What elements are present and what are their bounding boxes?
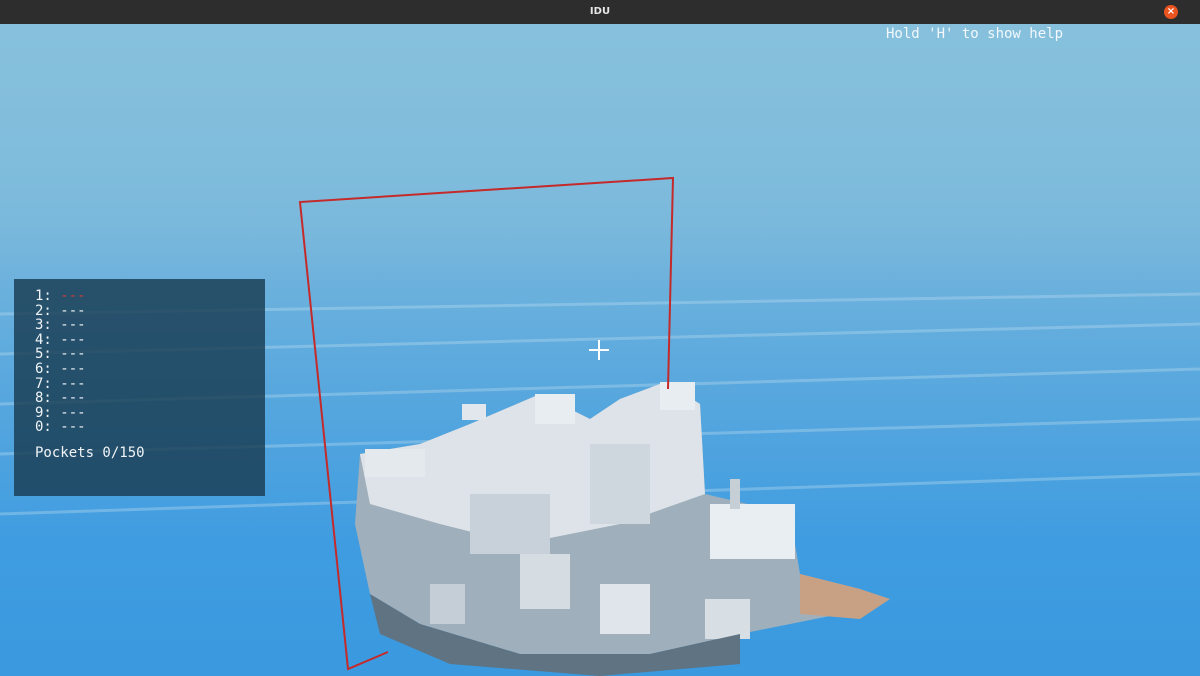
slot-key: 2: [35,302,52,319]
slot-value: --- [60,331,86,348]
slot-value: --- [60,375,86,392]
slot-8[interactable]: 8: --- [35,391,86,406]
slot-value: --- [60,288,86,304]
sky-haze [0,24,1200,284]
slot-4[interactable]: 4: --- [35,331,86,348]
slot-value: --- [60,302,86,319]
hotbar-slots: 1: --- 2: --- 3: --- 4: --- 5: --- 6: --… [35,289,86,435]
window-titlebar: IDU × [0,0,1200,24]
slot-key: 8: [35,390,52,407]
slot-key: 0: [35,419,52,436]
slot-key: 6: [35,360,52,377]
window-title: IDU [589,6,611,17]
slot-key: 3: [35,317,52,334]
slot-7[interactable]: 7: --- [35,375,86,392]
slot-2[interactable]: 2: --- [35,302,86,319]
close-button[interactable]: × [1164,5,1178,19]
slot-value: --- [60,390,86,407]
slot-key: 4: [35,331,52,348]
game-viewport[interactable]: Hold 'H' to show help 1: --- 2: --- 3: -… [0,24,1200,676]
slot-0[interactable]: 0: --- [35,420,86,435]
slot-value: --- [60,419,86,436]
slot-key: 9: [35,404,52,421]
slot-1[interactable]: 1: --- [35,289,86,304]
slot-6[interactable]: 6: --- [35,362,86,377]
slot-key: 1: [35,288,52,304]
pockets-counter: Pockets 0/150 [35,445,145,461]
slot-5[interactable]: 5: --- [35,347,86,362]
slot-value: --- [60,360,86,377]
slot-value: --- [60,317,86,334]
slot-value: --- [60,346,86,363]
inventory-panel: 1: --- 2: --- 3: --- 4: --- 5: --- 6: --… [14,279,265,496]
voxel-island [355,382,890,676]
help-hint: Hold 'H' to show help [886,26,1064,42]
slot-3[interactable]: 3: --- [35,318,86,333]
slot-key: 5: [35,346,52,363]
slot-9[interactable]: 9: --- [35,404,86,421]
slot-key: 7: [35,375,52,392]
crosshair-icon [589,340,609,360]
slot-value: --- [60,404,86,421]
